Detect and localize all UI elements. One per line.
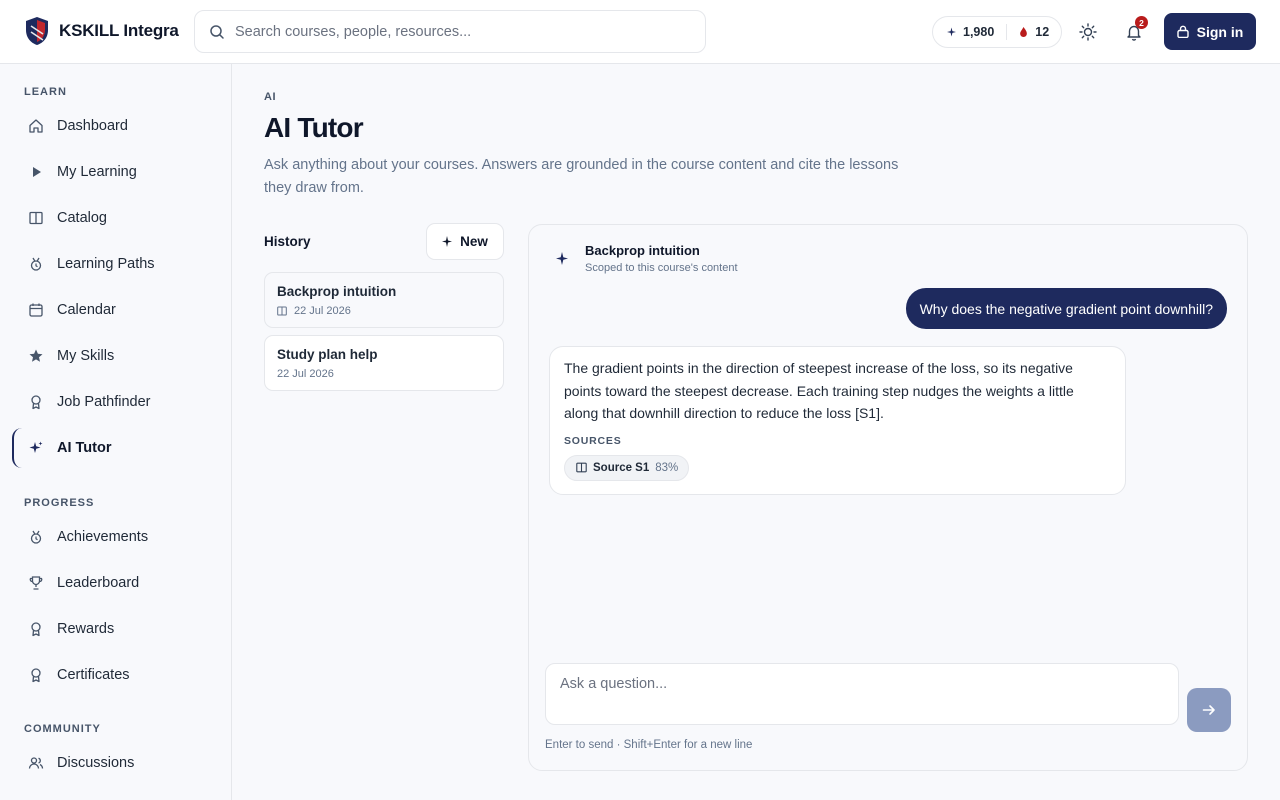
sidebar-item-label: My Skills — [57, 348, 115, 364]
source-name: Source S1 — [593, 461, 650, 474]
sparkle-icon — [29, 441, 43, 453]
sidebar-item-leaderboard[interactable]: Leaderboard — [12, 563, 218, 603]
medal-icon — [30, 257, 42, 271]
award-icon — [31, 395, 41, 410]
sources-label: SOURCES — [564, 434, 622, 447]
sidebar-item-label: My Learning — [57, 164, 137, 180]
question-input[interactable] — [545, 663, 1179, 725]
history-item-title: Study plan help — [277, 347, 378, 362]
page-title: AI Tutor — [264, 112, 364, 143]
sidebar-item-dashboard[interactable]: Dashboard — [12, 106, 218, 146]
star-icon — [29, 349, 43, 362]
top-bar: KSKILL Integra 1,980 12 2 Sign in — [0, 0, 1280, 64]
sidebar-item-label: Calendar — [57, 302, 116, 318]
sidebar-item-job-pathfinder[interactable]: Job Pathfinder — [12, 382, 218, 422]
history-item[interactable]: Study plan help 22 Jul 2026 — [264, 335, 504, 391]
search-icon — [210, 24, 224, 39]
sidebar-item-catalog[interactable]: Catalog — [12, 198, 218, 238]
award-icon — [31, 668, 41, 683]
users-icon — [28, 757, 44, 769]
award-icon — [31, 622, 41, 637]
search-input[interactable] — [235, 23, 675, 40]
search-bar[interactable] — [194, 10, 706, 53]
sidebar-section-learn: LEARN — [24, 86, 67, 98]
sidebar-item-label: AI Tutor — [57, 440, 112, 456]
new-chat-button[interactable]: New — [426, 223, 504, 260]
sidebar-item-label: Discussions — [57, 755, 135, 771]
medal-icon — [30, 530, 42, 544]
shield-logo-icon — [26, 17, 48, 45]
source-chip[interactable]: Source S1 83% — [564, 454, 690, 481]
sidebar-item-label: Certificates — [57, 667, 130, 683]
lock-icon — [1176, 25, 1189, 38]
user-message: Why does the negative gradient point dow… — [905, 288, 1227, 329]
sign-in-label: Sign in — [1196, 23, 1244, 40]
book-icon — [277, 306, 287, 316]
brand[interactable]: KSKILL Integra — [24, 16, 179, 46]
assistant-message: The gradient points in the direction of … — [549, 346, 1126, 495]
chat-subtitle: Scoped to this course's content — [585, 262, 738, 274]
sun-icon — [1079, 23, 1097, 41]
chat-title: Backprop intuition — [585, 243, 700, 258]
sidebar-item-label: Rewards — [57, 621, 115, 637]
sidebar-item-rewards[interactable]: Rewards — [12, 609, 218, 649]
book-icon — [29, 211, 43, 225]
sidebar-item-label: Dashboard — [57, 118, 128, 134]
theme-toggle-button[interactable] — [1074, 18, 1102, 46]
history-item[interactable]: Backprop intuition 22 Jul 2026 — [264, 272, 504, 328]
new-chat-label: New — [460, 234, 488, 249]
source-score: 83% — [655, 461, 679, 474]
page-description: Ask anything about your courses. Answers… — [264, 157, 899, 196]
app-name: KSKILL Integra — [59, 21, 179, 40]
calendar-icon — [29, 303, 43, 317]
sidebar-item-my-learning[interactable]: My Learning — [12, 152, 218, 192]
trophy-icon — [29, 576, 43, 590]
sidebar-item-achievements[interactable]: Achievements — [12, 517, 218, 557]
history-item-date: 22 Jul 2026 — [277, 368, 334, 380]
sparkle-icon — [442, 236, 453, 247]
xp-value: 1,980 — [963, 25, 995, 39]
assistant-message-text: The gradient points in the direction of … — [564, 360, 1074, 421]
sparkle-icon — [947, 27, 956, 37]
sidebar-section-community: COMMUNITY — [24, 723, 101, 735]
streak-value: 12 — [1035, 25, 1050, 39]
flame-icon — [1020, 27, 1028, 37]
input-hint: Enter to send · Shift+Enter for a new li… — [545, 739, 753, 751]
sidebar-item-label: Achievements — [57, 529, 149, 545]
sidebar-item-discussions[interactable]: Discussions — [12, 743, 218, 783]
arrow-right-icon — [1202, 705, 1215, 715]
send-button[interactable] — [1187, 688, 1231, 732]
history-item-date: 22 Jul 2026 — [277, 305, 491, 317]
chat-panel: Backprop intuition Scoped to this course… — [528, 224, 1248, 771]
sidebar-item-certificates[interactable]: Certificates — [12, 655, 218, 695]
home-icon — [29, 119, 43, 133]
xp-stat: 1,980 — [947, 25, 994, 39]
book-icon — [576, 462, 587, 473]
sidebar-section-progress: PROGRESS — [24, 497, 95, 509]
stat-divider — [1006, 24, 1008, 40]
sidebar-item-ai-tutor[interactable]: AI Tutor — [12, 428, 218, 468]
sidebar-item-label: Learning Paths — [57, 256, 155, 272]
sparkle-icon — [556, 252, 568, 265]
sidebar-item-label: Leaderboard — [57, 575, 140, 591]
stats-pill: 1,980 12 — [932, 16, 1063, 48]
history-item-title: Backprop intuition — [277, 284, 397, 299]
sidebar: LEARN Dashboard My Learning Catalog Lear… — [0, 64, 232, 800]
breadcrumb[interactable]: AI — [264, 91, 276, 103]
sidebar-item-learning-paths[interactable]: Learning Paths — [12, 244, 218, 284]
notifications-button[interactable]: 2 — [1120, 16, 1148, 46]
play-icon — [33, 167, 41, 177]
streak-stat: 12 — [1019, 25, 1049, 39]
notification-badge: 2 — [1135, 16, 1148, 29]
sidebar-item-label: Catalog — [57, 210, 107, 226]
history-title: History — [264, 234, 311, 249]
sidebar-item-my-skills[interactable]: My Skills — [12, 336, 218, 376]
sign-in-button[interactable]: Sign in — [1164, 13, 1256, 50]
sidebar-item-label: Job Pathfinder — [57, 394, 151, 410]
sidebar-item-calendar[interactable]: Calendar — [12, 290, 218, 330]
